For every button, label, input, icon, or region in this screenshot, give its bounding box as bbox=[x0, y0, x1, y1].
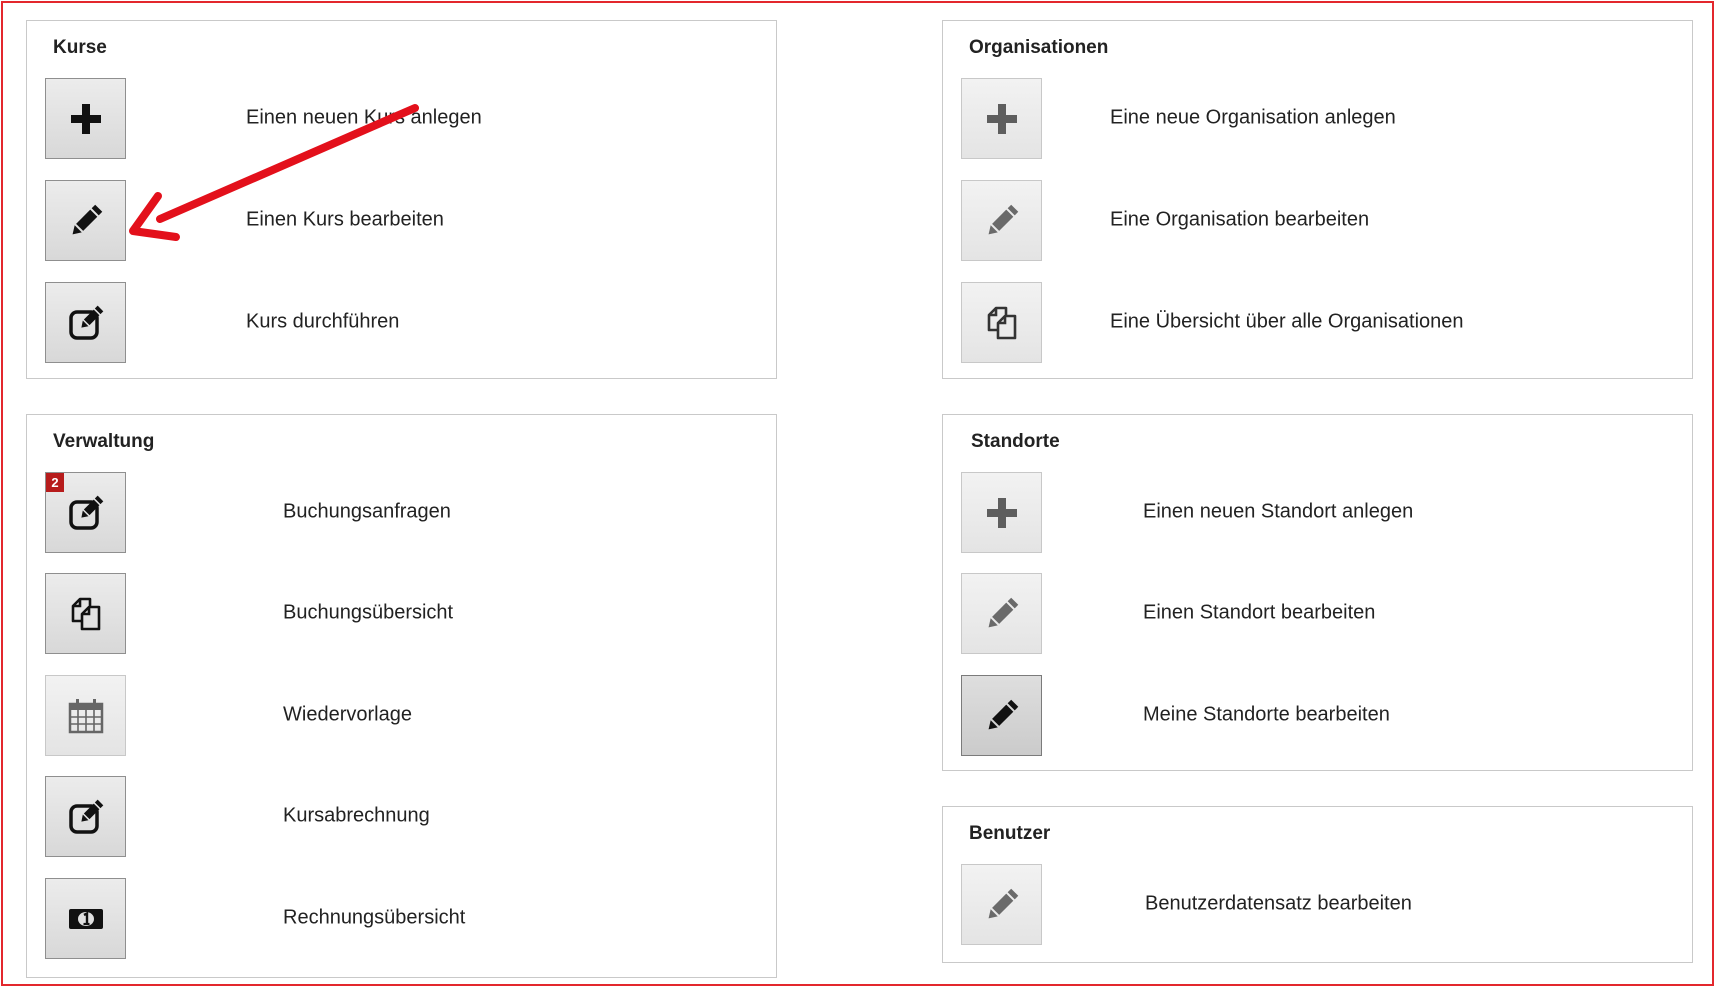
resubmission-button[interactable] bbox=[45, 675, 126, 756]
money-icon bbox=[68, 908, 103, 929]
course-billing-button[interactable] bbox=[45, 776, 126, 857]
run-course-label: Kurs durchführen bbox=[246, 310, 400, 333]
pencil-icon bbox=[988, 699, 1018, 729]
new-organisation-button[interactable] bbox=[961, 78, 1042, 159]
new-organisation-label: Eine neue Organisation anlegen bbox=[1110, 106, 1396, 129]
booking-requests-label: Buchungsanfragen bbox=[283, 500, 451, 523]
panel-title-benutzer: Benutzer bbox=[969, 823, 1051, 844]
new-course-label: Einen neuen Kurs anlegen bbox=[246, 106, 482, 129]
plus-icon bbox=[986, 103, 1017, 134]
edit-square-icon bbox=[68, 305, 103, 340]
copy-icon bbox=[71, 597, 100, 630]
edit-course-button[interactable] bbox=[45, 180, 126, 261]
copy-icon bbox=[987, 306, 1016, 339]
edit-square-icon bbox=[68, 495, 103, 530]
panel-kurse: Kurse Einen neuen Kurs anlegen Einen Kur… bbox=[26, 20, 777, 379]
panel-title-kurse: Kurse bbox=[53, 37, 107, 58]
invoice-overview-button[interactable] bbox=[45, 878, 126, 959]
new-course-button[interactable] bbox=[45, 78, 126, 159]
pencil-icon bbox=[988, 888, 1018, 918]
booking-overview-button[interactable] bbox=[45, 573, 126, 654]
panel-title-standorte: Standorte bbox=[971, 431, 1060, 452]
pencil-icon bbox=[72, 204, 102, 234]
run-course-button[interactable] bbox=[45, 282, 126, 363]
panel-benutzer: Benutzer Benutzerdatensatz bearbeiten bbox=[942, 806, 1693, 963]
notification-badge: 2 bbox=[46, 473, 64, 492]
edit-location-button[interactable] bbox=[961, 573, 1042, 654]
my-locations-label: Meine Standorte bearbeiten bbox=[1143, 703, 1390, 726]
new-location-button[interactable] bbox=[961, 472, 1042, 553]
invoice-overview-label: Rechnungsübersicht bbox=[283, 906, 466, 929]
panel-standorte: Standorte Einen neuen Standort anlegen E… bbox=[942, 414, 1693, 771]
course-billing-label: Kursabrechnung bbox=[283, 804, 430, 827]
edit-organisation-button[interactable] bbox=[961, 180, 1042, 261]
new-location-label: Einen neuen Standort anlegen bbox=[1143, 500, 1414, 523]
panel-title-verwaltung: Verwaltung bbox=[53, 431, 155, 452]
panel-verwaltung: Verwaltung 2 Buchungsanfragen Buchungsüb… bbox=[26, 414, 777, 978]
edit-square-icon bbox=[68, 799, 103, 834]
organisation-overview-label: Eine Übersicht über alle Organisationen bbox=[1110, 310, 1464, 333]
resubmission-label: Wiedervorlage bbox=[283, 703, 412, 726]
pencil-icon bbox=[988, 597, 1018, 627]
calendar-icon bbox=[68, 698, 103, 733]
booking-requests-button[interactable]: 2 bbox=[45, 472, 126, 553]
plus-icon bbox=[986, 497, 1017, 528]
organisation-overview-button[interactable] bbox=[961, 282, 1042, 363]
my-locations-button[interactable] bbox=[961, 675, 1042, 756]
edit-organisation-label: Eine Organisation bearbeiten bbox=[1110, 208, 1370, 231]
edit-user-button[interactable] bbox=[961, 864, 1042, 945]
edit-user-label: Benutzerdatensatz bearbeiten bbox=[1145, 892, 1412, 915]
pencil-icon bbox=[988, 204, 1018, 234]
plus-icon bbox=[70, 103, 101, 134]
booking-overview-label: Buchungsübersicht bbox=[283, 601, 454, 624]
panel-organisationen: Organisationen Eine neue Organisation an… bbox=[942, 20, 1693, 379]
edit-location-label: Einen Standort bearbeiten bbox=[1143, 601, 1376, 624]
panel-title-organisationen: Organisationen bbox=[969, 37, 1109, 58]
edit-course-label: Einen Kurs bearbeiten bbox=[246, 208, 444, 231]
